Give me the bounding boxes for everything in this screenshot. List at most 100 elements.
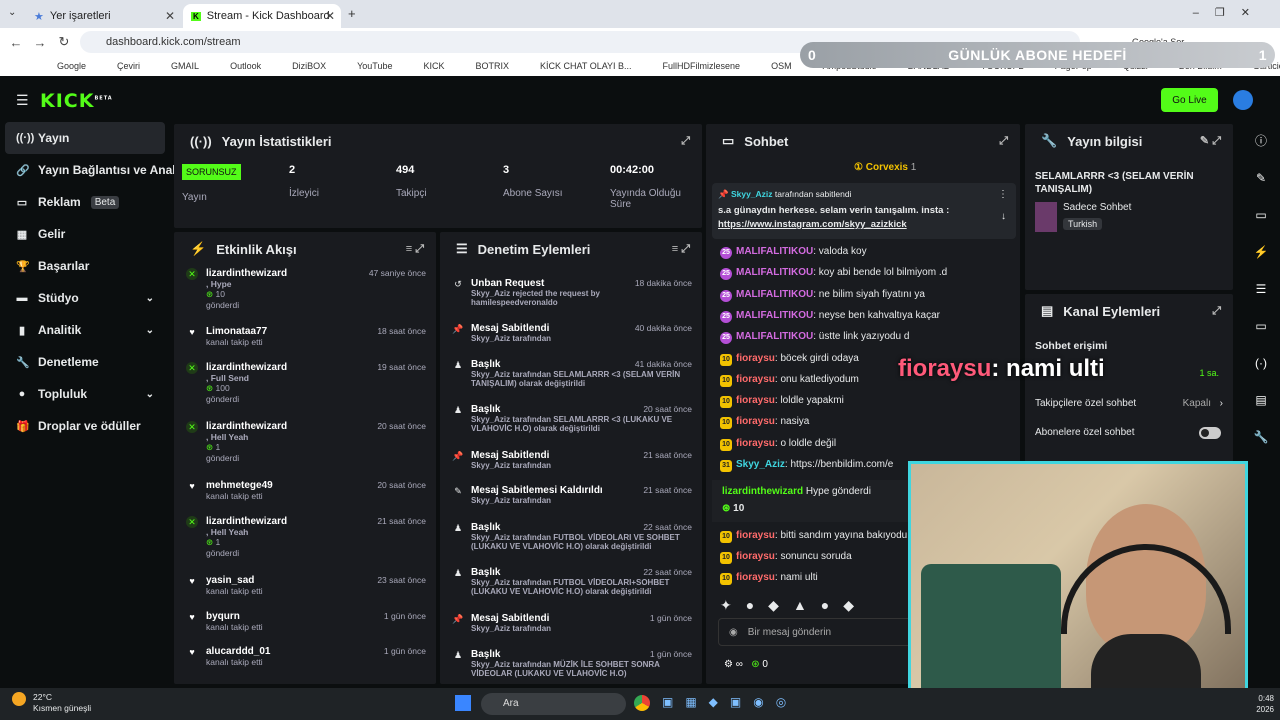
sidebar-item-revenue[interactable]: ▦ Gelir bbox=[0, 218, 170, 250]
chat-text: : ne bilim siyah fiyatını ya bbox=[813, 288, 925, 300]
category-name[interactable]: Sadece Sohbet bbox=[1063, 202, 1131, 213]
chat-username[interactable]: fioraysu bbox=[736, 416, 775, 427]
chat-username[interactable]: fioraysu bbox=[736, 551, 775, 562]
close-icon[interactable]: ✕ bbox=[325, 9, 335, 23]
chat-input-placeholder: Bir mesaj gönderin bbox=[747, 626, 832, 638]
subs-only-toggle[interactable] bbox=[1199, 427, 1221, 439]
followers-only-row[interactable]: Takipçilere özel sohbet Kapalı › bbox=[1035, 398, 1225, 409]
menu-icon[interactable]: ☰ bbox=[16, 92, 29, 109]
panel-title: Sohbet bbox=[744, 133, 789, 149]
chat-username[interactable]: fioraysu bbox=[736, 438, 775, 449]
filter-expand-icons[interactable]: ≡ ⤢ bbox=[672, 243, 690, 256]
chrome-icon[interactable] bbox=[634, 695, 650, 711]
sidebar-item-yayin[interactable]: ((·)) Yayın bbox=[5, 122, 165, 154]
back-icon[interactable]: ← bbox=[4, 35, 28, 50]
chat-message: 25 MALIFALITIKOU: ne bilim siyah fiyatını… bbox=[720, 289, 925, 302]
moderation-line: Skyy_Aziz tarafından MÜZİK İLE SOHBET SO… bbox=[471, 660, 660, 669]
forward-icon[interactable]: → bbox=[28, 35, 52, 50]
bookmark-item[interactable]: Outlook bbox=[230, 61, 261, 71]
bookmark-item[interactable]: FullHDFilmizlesene bbox=[663, 61, 741, 71]
chat-username[interactable]: fioraysu bbox=[736, 353, 775, 364]
filter-expand-icons[interactable]: ≡ ⤢ bbox=[406, 243, 424, 256]
edit-expand-icons[interactable]: ✎ ⤢ bbox=[1200, 134, 1221, 148]
gift-icon: 🎁 bbox=[16, 420, 30, 433]
new-tab-button[interactable]: + bbox=[348, 6, 356, 21]
sidebar-item-community[interactable]: ● Topluluk ⌄ bbox=[0, 378, 170, 410]
bookmark-item[interactable]: GMAIL bbox=[171, 61, 199, 71]
chat-username[interactable]: Skyy_Aziz bbox=[736, 459, 785, 470]
chat-icon[interactable]: ▭ bbox=[1242, 307, 1280, 344]
clock[interactable]: 0:48 2026 bbox=[1256, 693, 1274, 715]
emoji-icon[interactable]: ◉ bbox=[729, 627, 738, 638]
sidebar-item-drops[interactable]: 🎁 Droplar ve ödüller bbox=[0, 410, 170, 442]
reload-icon[interactable]: ↻ bbox=[52, 34, 76, 50]
chat-username[interactable]: MALIFALITIKOU bbox=[736, 267, 813, 278]
stat-value: 494 bbox=[396, 164, 415, 176]
chat-username[interactable]: fioraysu bbox=[736, 572, 775, 583]
sidebar-item-studio[interactable]: ▬ Stüdyo ⌄ bbox=[0, 282, 170, 314]
bookmark-item[interactable]: Google bbox=[57, 61, 86, 71]
wrench-icon[interactable]: 🔧 bbox=[1242, 418, 1280, 455]
sidebar-item-achievements[interactable]: 🏆 Başarılar bbox=[0, 250, 170, 282]
bookmark-item[interactable]: YouTube bbox=[357, 61, 392, 71]
bookmark-item[interactable]: KİCK CHAT OLAYI B... bbox=[540, 61, 632, 71]
bookmark-item[interactable]: OSM bbox=[771, 61, 792, 71]
bolt-icon[interactable]: ⚡ bbox=[1242, 233, 1280, 270]
collapse-icon[interactable]: ↓ bbox=[1001, 211, 1006, 222]
activity-detail: , Hell Yeah bbox=[206, 527, 249, 537]
go-live-button[interactable]: Go Live bbox=[1161, 88, 1218, 112]
taskbar-search[interactable]: Ara bbox=[481, 693, 626, 715]
card-icon[interactable]: ▭ bbox=[1242, 196, 1280, 233]
infinity-icon: ⚙ bbox=[724, 659, 733, 670]
close-icon[interactable]: ✕ bbox=[165, 9, 175, 23]
bookmark-item[interactable]: KICK bbox=[423, 61, 444, 71]
slow-mode-value: 1 sa. bbox=[1199, 368, 1219, 378]
tab-bookmarks[interactable]: ★ Yer işaretleri ✕ bbox=[26, 4, 181, 28]
sidebar-item-label: Yayın bbox=[38, 131, 70, 145]
chat-username[interactable]: MALIFALITIKOU bbox=[736, 289, 813, 300]
moderation-line: Skyy_Aziz tarafından bbox=[471, 624, 552, 633]
pinned-link[interactable]: https://www.instagram.com/skyy_azizkick bbox=[718, 219, 907, 230]
emote-bar[interactable]: ✦●◆▲●◆ bbox=[720, 597, 868, 614]
avatar[interactable] bbox=[1233, 90, 1253, 110]
window-controls[interactable]: –❐✕ bbox=[1193, 6, 1266, 19]
moderation-line: Skyy_Aziz tarafından SELAMLARRR <3 (SELA… bbox=[471, 370, 681, 379]
more-icon[interactable]: ⋮ bbox=[998, 189, 1008, 200]
taskbar-app-icons[interactable]: ▣▦◆▣◉◎ bbox=[662, 695, 798, 709]
beta-badge: Beta bbox=[90, 195, 120, 209]
gift-user[interactable]: lizardinthewizard bbox=[722, 486, 803, 497]
sidebar-item-ads[interactable]: ▭ Reklam Beta bbox=[0, 186, 170, 218]
chat-username[interactable]: MALIFALITIKOU bbox=[736, 310, 813, 321]
chat-username[interactable]: fioraysu bbox=[736, 395, 775, 406]
tab-menu-icon[interactable]: ⌄ bbox=[8, 7, 16, 18]
sidebar-item-label: Droplar ve ödüller bbox=[38, 419, 141, 433]
bookmark-item[interactable]: DiziBOX bbox=[292, 61, 326, 71]
title-icon: ♟ bbox=[453, 523, 463, 533]
top-gifter: ① Corvexis 1 bbox=[854, 162, 917, 173]
info-icon[interactable]: ⓘ bbox=[1242, 122, 1280, 159]
expand-icon[interactable]: ⤢ bbox=[1212, 305, 1221, 318]
pen-icon[interactable]: ✎ bbox=[1242, 159, 1280, 196]
weather[interactable]: 22°C Kısmen güneşli bbox=[33, 692, 91, 714]
bookmark-item[interactable]: BOTRIX bbox=[476, 61, 510, 71]
channel-icon[interactable]: ▤ bbox=[1242, 381, 1280, 418]
chat-username[interactable]: fioraysu bbox=[736, 374, 775, 385]
expand-icon[interactable]: ⤢ bbox=[999, 135, 1008, 148]
sidebar-item-stream-key[interactable]: 🔗 Yayın Bağlantısı ve Anahtarı bbox=[0, 154, 198, 186]
tab-kick-dashboard[interactable]: K Stream - Kick Dashboard ✕ bbox=[183, 4, 341, 28]
bookmark-item[interactable]: Çeviri bbox=[117, 61, 140, 71]
chat-username[interactable]: MALIFALITIKOU bbox=[736, 246, 813, 257]
windows-start-icon[interactable] bbox=[455, 695, 471, 711]
broadcast-icon[interactable]: (·) bbox=[1242, 344, 1280, 381]
stat-label: Abone Sayısı bbox=[503, 188, 563, 199]
moderation-time: 21 saat önce bbox=[643, 450, 692, 460]
chat-text: : https://benbildim.com/e bbox=[784, 459, 894, 470]
sidebar-item-analytics[interactable]: ▮ Analitik ⌄ bbox=[0, 314, 170, 346]
chat-username[interactable]: MALIFALITIKOU bbox=[736, 331, 813, 342]
list-icon[interactable]: ☰ bbox=[1242, 270, 1280, 307]
expand-icon[interactable]: ⤢ bbox=[681, 135, 690, 148]
chat-username[interactable]: fioraysu bbox=[736, 530, 775, 541]
stat-value: 3 bbox=[503, 164, 510, 176]
kick-logo[interactable]: KICKBETA bbox=[40, 90, 113, 112]
sidebar-item-moderation[interactable]: 🔧 Denetleme bbox=[0, 346, 170, 378]
